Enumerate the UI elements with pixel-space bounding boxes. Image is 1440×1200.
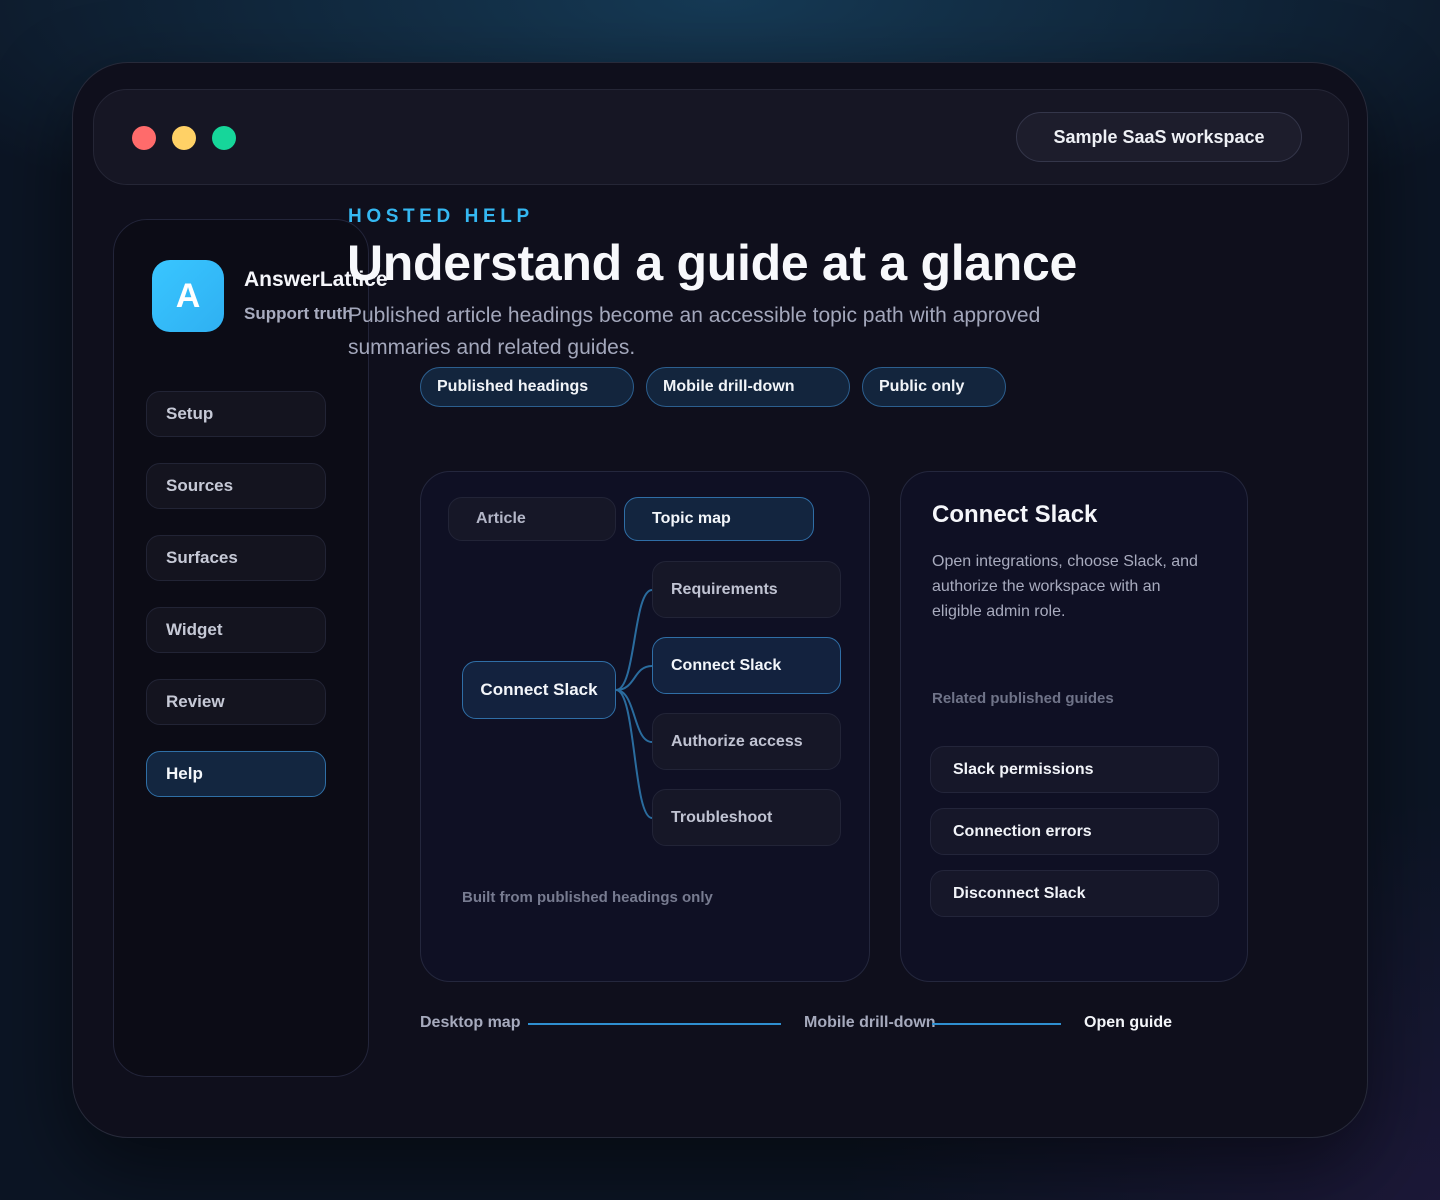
related-guide-slack-permissions[interactable]: Slack permissions [930, 746, 1219, 793]
sidebar-item-sources[interactable]: Sources [146, 463, 326, 509]
brand-logo: A [152, 260, 224, 332]
flow-step-desktop-map: Desktop map [420, 1014, 521, 1031]
sidebar: A AnswerLattice Support truth Setup Sour… [113, 219, 388, 1077]
detail-title: Connect Slack [932, 501, 1098, 528]
sidebar-item-widget[interactable]: Widget [146, 607, 326, 653]
title-bar: Sample SaaS workspace [93, 89, 1349, 185]
topic-node-authorize-access[interactable]: Authorize access [652, 713, 841, 770]
topic-node-troubleshoot[interactable]: Troubleshoot [652, 789, 841, 846]
flow-connector [528, 1023, 781, 1025]
guide-detail-panel: Connect Slack Open integrations, choose … [900, 471, 1248, 982]
sidebar-item-help[interactable]: Help [146, 751, 326, 797]
related-guide-connection-errors[interactable]: Connection errors [930, 808, 1219, 855]
sidebar-item-setup[interactable]: Setup [146, 391, 326, 437]
chip-mobile-drill-down[interactable]: Mobile drill-down [646, 367, 850, 407]
related-guides-label: Related published guides [932, 690, 1114, 707]
flow-connector [932, 1023, 1061, 1025]
topic-node-connect-slack[interactable]: Connect Slack [652, 637, 841, 694]
section-eyebrow: HOSTED HELP [348, 206, 534, 227]
page-subtitle: Published article headings become an acc… [348, 304, 1041, 359]
sidebar-item-surfaces[interactable]: Surfaces [146, 535, 326, 581]
chip-public-only[interactable]: Public only [862, 367, 1006, 407]
close-window-button[interactable] [132, 126, 156, 150]
flow-step-mobile-drill-down: Mobile drill-down [804, 1014, 936, 1031]
workspace-selector[interactable]: Sample SaaS workspace [1016, 112, 1302, 162]
chip-published-headings[interactable]: Published headings [420, 367, 634, 407]
related-guide-disconnect-slack[interactable]: Disconnect Slack [930, 870, 1219, 917]
detail-summary: Open integrations, choose Slack, and aut… [932, 553, 1198, 620]
maximize-window-button[interactable] [212, 126, 236, 150]
sidebar-item-review[interactable]: Review [146, 679, 326, 725]
topic-map-panel: Article Topic map Connect Slack Requirem… [420, 471, 870, 982]
flow-step-open-guide: Open guide [1084, 1014, 1172, 1031]
minimize-window-button[interactable] [172, 126, 196, 150]
topic-root-node[interactable]: Connect Slack [462, 661, 616, 719]
page-title: Understand a guide at a glance [347, 235, 1078, 291]
map-footnote: Built from published headings only [462, 889, 713, 906]
brand-tagline: Support truth [244, 304, 353, 323]
topic-node-requirements[interactable]: Requirements [652, 561, 841, 618]
